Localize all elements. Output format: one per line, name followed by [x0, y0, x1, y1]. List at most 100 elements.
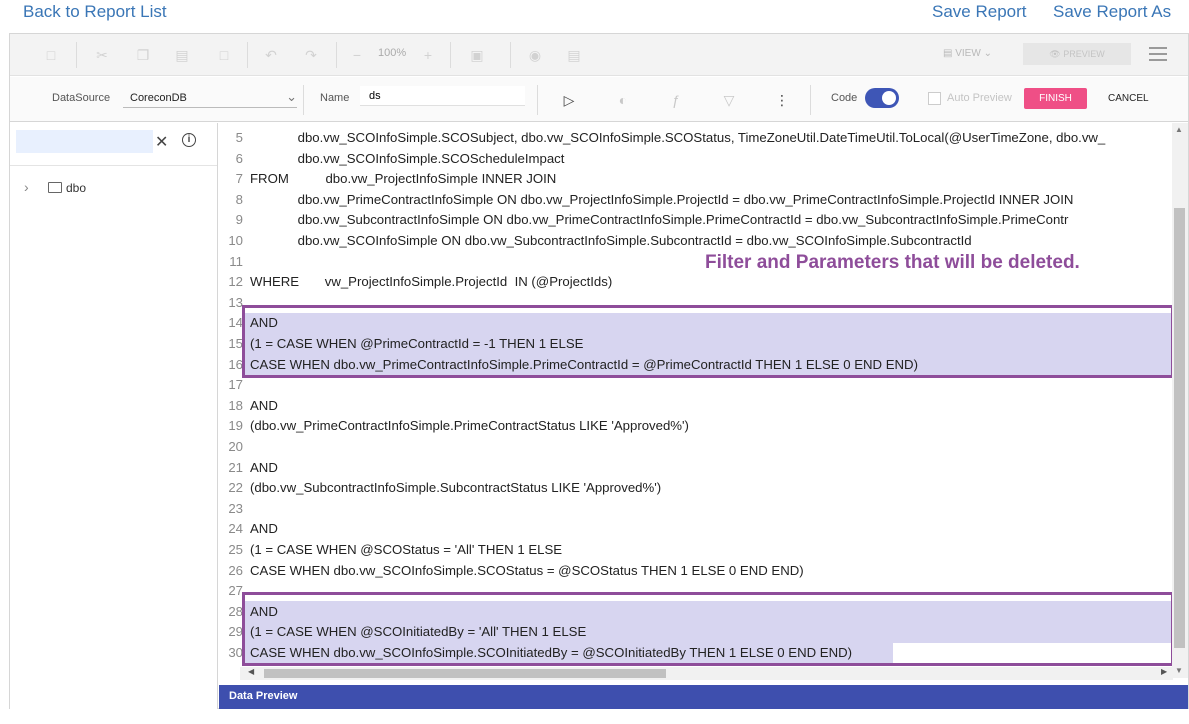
horizontal-scrollbar[interactable]: ◀ ▶: [240, 667, 1173, 680]
code-line: 24 AND: [219, 519, 1172, 540]
code-toggle[interactable]: [865, 88, 899, 108]
undo-icon[interactable]: ↶: [262, 46, 280, 64]
code-text: CASE WHEN dbo.vw_SCOInfoSimple.SCOStatus…: [250, 562, 804, 578]
join-icon[interactable]: ◐: [613, 90, 633, 110]
line-number: 14: [228, 315, 243, 331]
toolbar-divider: [810, 85, 811, 115]
code-text: dbo.vw_SCOInfoSimple.SCOScheduleImpact: [250, 150, 565, 166]
annotation-box: [242, 592, 1172, 666]
code-text: AND: [250, 521, 278, 537]
code-line: 10 dbo.vw_SCOInfoSimple ON dbo.vw_Subcon…: [219, 231, 1172, 252]
code-text: (1 = CASE WHEN @SCOStatus = 'All' THEN 1…: [250, 542, 563, 557]
code-text: (dbo.vw_PrimeContractInfoSimple.PrimeCon…: [250, 418, 689, 434]
datasource-select[interactable]: CoreconDB ⌄: [123, 88, 297, 108]
save-report-as-link[interactable]: Save Report As: [1053, 2, 1171, 22]
line-number: 15: [228, 336, 243, 351]
code-line: 17: [219, 375, 1172, 396]
data-preview-bar[interactable]: Data Preview: [219, 685, 1188, 709]
line-number: 18: [228, 397, 243, 413]
line-number: 9: [235, 212, 243, 228]
line-number: 21: [228, 459, 243, 475]
code-text: AND: [250, 459, 278, 475]
finish-button[interactable]: FINISH: [1024, 88, 1087, 109]
code-text: dbo.vw_SCOInfoSimple.SCOSubject, dbo.vw_…: [250, 130, 1106, 145]
cut-icon[interactable]: ✂: [93, 46, 111, 64]
folder-icon: [48, 182, 62, 193]
line-number: 10: [228, 233, 243, 248]
redo-icon[interactable]: ↷: [302, 46, 320, 64]
main-toolbar: □ ✂ ❐ ▤ □ ↶ ↷ − 100% + ▣ ◉ ▤ ▤ VIEW ⌄ 👁 …: [10, 34, 1188, 76]
code-line: 18 AND: [219, 396, 1172, 417]
line-number: 25: [228, 542, 243, 557]
validate-icon[interactable]: ◉: [526, 46, 544, 64]
parameters-icon[interactable]: ⋮: [772, 90, 792, 110]
schema-search-input[interactable]: [16, 130, 153, 153]
line-number: 20: [228, 439, 243, 454]
line-number: 19: [228, 418, 243, 434]
zoom-level: 100%: [378, 47, 407, 59]
close-icon[interactable]: ✕: [155, 132, 168, 152]
vertical-scrollbar[interactable]: ▲ ▼: [1172, 123, 1188, 678]
preview-button[interactable]: 👁 PREVIEW: [1023, 43, 1131, 65]
back-to-report-list-link[interactable]: Back to Report List: [23, 2, 167, 22]
tree-item-dbo[interactable]: › dbo: [24, 179, 86, 195]
line-number: 22: [228, 480, 243, 496]
line-number: 16: [228, 356, 243, 372]
scroll-right-icon[interactable]: ▶: [1161, 667, 1167, 676]
code-line: 5 dbo.vw_SCOInfoSimple.SCOSubject, dbo.v…: [219, 128, 1172, 149]
tree-item-label: dbo: [66, 181, 87, 195]
expression-icon[interactable]: ƒ: [666, 90, 686, 110]
hamburger-menu-icon[interactable]: [1149, 47, 1167, 61]
name-label: Name: [320, 92, 350, 104]
cancel-button[interactable]: CANCEL: [1108, 93, 1149, 104]
designer-frame: □ ✂ ❐ ▤ □ ↶ ↷ − 100% + ▣ ◉ ▤ ▤ VIEW ⌄ 👁 …: [9, 33, 1189, 709]
code-line: 19 (dbo.vw_PrimeContractInfoSimple.PrimeC…: [219, 416, 1172, 437]
line-number: 23: [228, 500, 243, 516]
delete-icon[interactable]: □: [215, 46, 233, 64]
line-number: 28: [228, 603, 243, 619]
scrollbar-thumb[interactable]: [264, 669, 666, 678]
info-icon[interactable]: i: [182, 133, 196, 147]
code-line: 22 (dbo.vw_SubcontractInfoSimple.Subcontr…: [219, 478, 1172, 499]
new-file-icon[interactable]: □: [42, 46, 60, 64]
auto-preview-label: Auto Preview: [947, 92, 1012, 104]
line-number: 6: [235, 150, 243, 166]
code-text: dbo.vw_SubcontractInfoSimple ON dbo.vw_P…: [250, 212, 1069, 228]
chevron-right-icon[interactable]: ›: [24, 179, 38, 195]
code-line: 26 CASE WHEN dbo.vw_SCOInfoSimple.SCOStat…: [219, 561, 1172, 582]
toolbar-divider: [537, 85, 538, 115]
sql-code-editor[interactable]: 5 dbo.vw_SCOInfoSimple.SCOSubject, dbo.v…: [219, 123, 1172, 678]
line-number: 8: [235, 191, 243, 207]
annotation-note: Filter and Parameters that will be delet…: [705, 252, 1080, 273]
scroll-up-icon[interactable]: ▲: [1175, 125, 1183, 134]
paste-icon[interactable]: ▤: [173, 46, 191, 64]
line-number: 24: [228, 521, 243, 537]
report-properties-icon[interactable]: ▤: [565, 46, 583, 64]
code-line: 21 AND: [219, 458, 1172, 479]
code-line: 25 (1 = CASE WHEN @SCOStatus = 'All' THEN…: [219, 540, 1172, 561]
scroll-down-icon[interactable]: ▼: [1175, 666, 1183, 675]
line-number: 27: [228, 583, 243, 599]
view-menu[interactable]: ▤ VIEW ⌄: [943, 48, 992, 59]
zoom-in-icon[interactable]: +: [419, 46, 437, 64]
code-text: WHERE vw_ProjectInfoSimple.ProjectId IN …: [250, 274, 613, 290]
line-number: 26: [228, 562, 243, 578]
zoom-out-icon[interactable]: −: [348, 46, 366, 64]
save-report-link[interactable]: Save Report: [932, 2, 1027, 22]
code-text: AND: [250, 397, 278, 413]
copy-icon[interactable]: ❐: [134, 46, 152, 64]
scroll-left-icon[interactable]: ◀: [248, 667, 254, 676]
auto-preview-checkbox[interactable]: [928, 92, 941, 105]
code-text: FROM dbo.vw_ProjectInfoSimple INNER JOIN: [250, 171, 557, 187]
line-number: 12: [228, 274, 243, 290]
name-input[interactable]: [360, 86, 525, 106]
run-query-icon[interactable]: ▷: [559, 90, 579, 110]
code-line: 6 dbo.vw_SCOInfoSimple.SCOScheduleImpact: [219, 149, 1172, 170]
filter-icon[interactable]: ▽: [719, 90, 739, 110]
scrollbar-thumb[interactable]: [1174, 208, 1185, 648]
toolbar-divider: [510, 42, 511, 68]
code-text: dbo.vw_PrimeContractInfoSimple ON dbo.vw…: [250, 191, 1074, 207]
layout-icon[interactable]: ▣: [468, 46, 486, 64]
datasource-label: DataSource: [52, 92, 111, 104]
line-number: 29: [228, 624, 243, 640]
